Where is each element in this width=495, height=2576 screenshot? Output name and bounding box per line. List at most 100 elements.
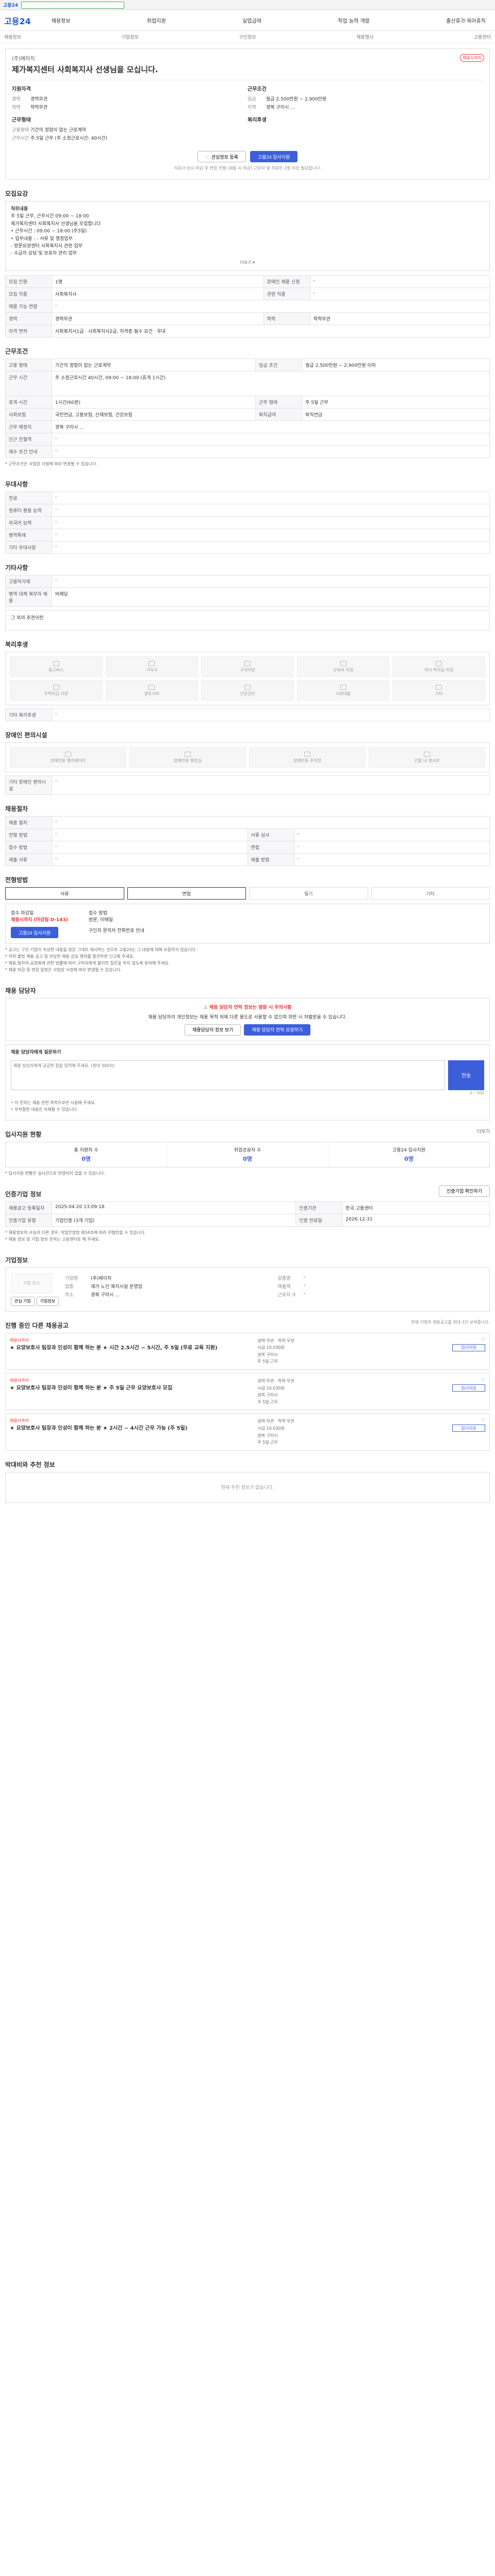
method-tab-interview[interactable]: 면접 — [127, 887, 246, 900]
view-contact-button[interactable]: 채용담당자 정보 보기 — [184, 1024, 241, 1036]
job-card-line: 경북 구미시 — [257, 1393, 278, 1398]
job-card-title[interactable]: ★ 요양보호사 팀장과 인성이 함께 하는 분 ★ 주 5일 근무 요양보호사 … — [10, 1385, 252, 1392]
stat-number: 0명 — [404, 1156, 414, 1163]
job-card-apply-button[interactable]: 입사지원 — [452, 1425, 485, 1432]
verify-company-button[interactable]: 인증기업 확인하기 — [439, 1185, 490, 1197]
related-job-card[interactable]: 채용시까지 ★ 요양보호사 팀장과 인성이 함께 하는 분 ★ 시간 2.5시간 … — [5, 1332, 490, 1370]
more-toggle-button[interactable]: 더보기 ▾ — [11, 260, 484, 266]
save-interest-button[interactable]: ♡ 관심정보 등록 — [197, 151, 246, 162]
stat-item: 취업성공자 수 0명 — [167, 1142, 328, 1167]
company-detail-button[interactable]: 기업정보 — [36, 1296, 59, 1306]
welfare-label: 자녀 학자금 지원 — [424, 667, 454, 672]
desc-line: 직무내용 — [11, 207, 28, 212]
qa-alert: ⚠ 채용 담당자 연락 정보는 열람 시 주의사항 — [11, 1004, 484, 1010]
disability-label: 장애인용 주차장 — [293, 758, 322, 763]
qualification-heading: 지원자격 — [12, 87, 31, 92]
kv-key: 근무시간 — [12, 136, 29, 141]
notice-line: * 채용 정보 및 기업 정보 문의는 고용센터로 해 주세요. — [5, 1236, 100, 1242]
method-tab-written[interactable]: 필기 — [249, 887, 368, 900]
heart-icon[interactable]: ♡ — [482, 1337, 485, 1342]
stats-note: * 입사지원 현황은 실시간으로 반영되지 않을 수 있습니다. — [5, 1171, 105, 1176]
request-contact-button[interactable]: 채용 담당자 연락 요청하기 — [244, 1024, 311, 1036]
gift-icon — [148, 684, 155, 690]
table-key: 외국어 능력 — [5, 516, 52, 530]
qa-textarea[interactable] — [11, 1060, 445, 1090]
disability-item: 장애인용 화장실 — [129, 747, 246, 768]
nav-item-support[interactable]: 취업지원 — [142, 16, 171, 24]
table-row: 근무 예정지 경북 구미시 ... — [5, 420, 490, 433]
table-row: 사회보험 국민연금, 고용보험, 산재보험, 건강보험 퇴직급여 퇴직연금 — [5, 408, 490, 421]
welfare-item: 기숙사 — [105, 656, 199, 677]
table-value: 경북 구미시 ... — [52, 420, 490, 433]
stat-label: 고용24 입사지원 — [392, 1148, 425, 1154]
table-key: 병역 대체 복무자 채용 — [5, 587, 52, 607]
stats-more-link[interactable]: 더보기 — [477, 1128, 490, 1134]
table-value: 기업인증 (3개 기업) — [51, 1214, 296, 1227]
loan-icon — [340, 684, 346, 690]
heart-icon[interactable]: ♡ — [482, 1378, 485, 1382]
follow-company-button[interactable]: 관심 기업 — [11, 1296, 35, 1306]
nav-item-jobs[interactable]: 채용정보 — [46, 16, 76, 24]
job-card-title[interactable]: ★ 요양보호사 팀장과 인성이 함께 하는 분 ★ 2시간 ~ 4시간 근무 가… — [10, 1425, 252, 1432]
contact-info: 구인자 문의처 전화번호 안내 — [88, 928, 144, 934]
disability-label: 장애인용 화장실 — [173, 758, 202, 763]
etc-extra-label: 그 외의 추천이란 — [11, 616, 44, 621]
job-card-deadline: 채용시까지 — [10, 1337, 29, 1343]
kv-value: 재가 노인 복지시설 운영업 — [91, 1284, 142, 1290]
table-key: 모집 인원 — [5, 275, 52, 288]
table-row: 모집 직종 사회복지사 관련 직종 - — [5, 287, 490, 300]
job-card-line: 주 5일 근무 — [257, 1399, 278, 1404]
table-value: - — [52, 432, 490, 446]
related-job-card[interactable]: 채용시까지 ★ 요양보호사 팀장과 인성이 함께 하는 분 ★ 2시간 ~ 4시간… — [5, 1413, 490, 1451]
nav-item-leave[interactable]: 출산휴가·육아휴직 — [441, 16, 491, 24]
restroom-icon — [185, 751, 191, 757]
kv-value: - — [303, 1282, 305, 1288]
subnav-item-jobs[interactable]: 채용정보 — [4, 33, 21, 40]
apply-button-secondary[interactable]: 고용24 입사지원 — [11, 927, 59, 939]
subnav-item-events[interactable]: 채용행사 — [356, 33, 373, 40]
method-tab-etc[interactable]: 기타 — [371, 887, 490, 900]
kv-value: 경력무관 — [30, 97, 48, 102]
table-key: 퇴직급여 — [255, 408, 303, 421]
nav-item-unemployment[interactable]: 실업급여 — [237, 16, 267, 24]
qa-send-button[interactable]: 전송 — [448, 1060, 484, 1090]
nav-item-training[interactable]: 직업 능력 개발 — [333, 16, 375, 24]
sub-nav: 채용정보 기업정보 구인정보 채용행사 고용센터 — [0, 31, 495, 43]
table-row: 채용 절차 - — [5, 816, 490, 829]
kv-value: (주)에이치 — [91, 1276, 112, 1281]
table-value: 기간의 정함이 없는 근로계약 — [51, 358, 256, 371]
kv-value: 기간의 정함이 없는 근로계약 — [30, 128, 86, 133]
related-job-card[interactable]: 채용시까지 ★ 요양보호사 팀장과 인성이 함께 하는 분 ★ 주 5일 근무 요… — [5, 1373, 490, 1411]
notice-line: * 채용 마감 및 면접 일정은 사업장 사정에 따라 변경될 수 있습니다. — [5, 967, 122, 972]
kv-key: 매출액 — [277, 1284, 291, 1290]
table-row: 병역특례 - — [5, 529, 490, 542]
topbar-search-input[interactable] — [21, 1, 125, 9]
job-card-apply-button[interactable]: 입사지원 — [452, 1344, 485, 1351]
save-interest-label: 관심정보 등록 — [211, 154, 239, 160]
company-logo: 기업 로고 — [11, 1273, 52, 1294]
job-card-title[interactable]: ★ 요양보호사 팀장과 인성이 함께 하는 분 ★ 시간 2.5시간 ~ 5시간… — [10, 1345, 252, 1352]
welfare-label: 사원대출 — [335, 691, 351, 696]
heart-icon[interactable]: ♡ — [482, 1418, 485, 1422]
stat-item: 총 지원자 수 0명 — [6, 1142, 167, 1167]
topbar-logo[interactable]: 고용24 — [3, 2, 18, 8]
job-card-apply-button[interactable]: 입사지원 — [452, 1384, 485, 1392]
table-value: - — [52, 841, 248, 854]
table-value: - — [52, 299, 490, 313]
dormitory-icon — [148, 660, 155, 666]
brand-logo[interactable]: 고용24 — [4, 14, 31, 27]
subnav-item-company[interactable]: 기업정보 — [122, 33, 139, 40]
table-key: 기타 장애인 편의시설 — [5, 775, 52, 795]
subnav-item-recruit[interactable]: 구인정보 — [239, 33, 256, 40]
welfare-label: 건강검진 — [240, 691, 255, 696]
desc-line: - 수급자 상담 및 보호자 관리 업무 — [11, 251, 77, 257]
apply-button[interactable]: 고용24 입사지원 — [250, 151, 298, 162]
subnav-item-center[interactable]: 고용센터 — [474, 33, 491, 40]
table-key: 채용공고 등록일자 — [5, 1201, 52, 1215]
table-row: 채용 가능 연령 - — [5, 299, 490, 313]
conditions-section-title: 근무조건 — [5, 347, 28, 355]
welfare-item: 교육비 지원 — [296, 656, 390, 677]
method-tab-document[interactable]: 서류 — [5, 887, 124, 900]
job-company-name[interactable]: (주)에이치 — [12, 54, 483, 62]
table-value: - — [52, 853, 248, 867]
